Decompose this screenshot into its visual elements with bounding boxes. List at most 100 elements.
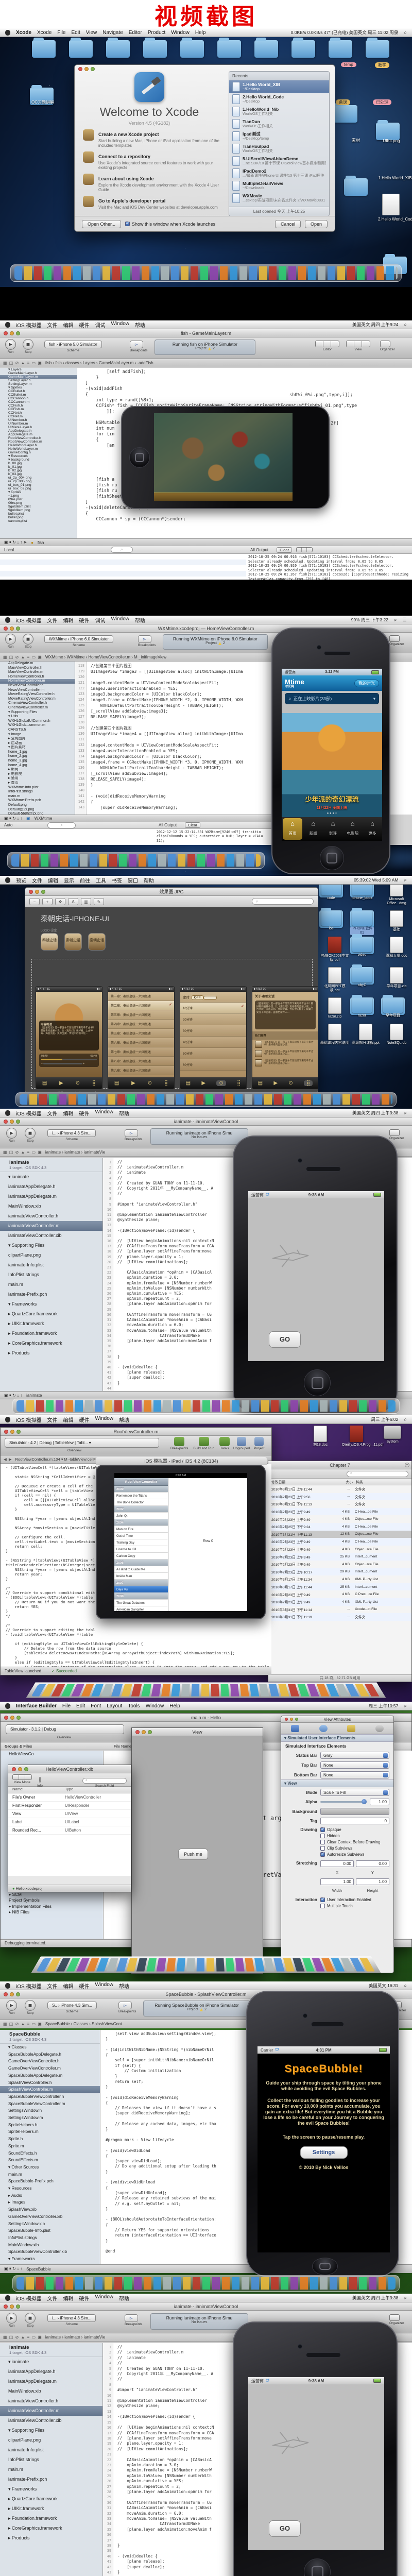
drawing-option[interactable]: Opaque (320, 1827, 389, 1833)
movie-row[interactable]: Remember the Titans (114, 1493, 168, 1499)
menu-item[interactable]: 帮助 (119, 1109, 129, 1117)
file-item[interactable]: b_01.jpg (0, 465, 77, 469)
menu-item[interactable]: 编辑 (63, 1416, 73, 1423)
finder-search[interactable]: ⌕ (347, 1471, 408, 1477)
menu-item[interactable]: iOS 模拟器 (16, 2294, 41, 2302)
chapter-row[interactable]: 第一章：秦始皇统一六国概述 (108, 992, 174, 1001)
duration-row[interactable]: 20分钟 (180, 1014, 246, 1025)
desktop-label-oc[interactable]: OC习题讲解 (20, 99, 66, 105)
menu-item[interactable]: 调试 (95, 616, 105, 624)
menu-item[interactable]: Window (95, 1109, 113, 1117)
file-item[interactable]: HomeViewController.m (0, 679, 75, 684)
console-search[interactable]: ⌕ (111, 547, 132, 553)
file-item[interactable]: clipartPlane.png (0, 1250, 102, 1260)
menu-item[interactable]: Window (146, 1703, 164, 1709)
file-item[interactable]: home_2.jpg (0, 754, 75, 759)
group-item[interactable]: ▸ SCM (1, 1892, 104, 1898)
chapter-row[interactable]: 第五章：秦始皇统一六国概述 (108, 1029, 174, 1038)
organizer-button[interactable] (389, 1129, 400, 1136)
menu-item[interactable]: iOS 模拟器 (16, 321, 41, 329)
simulator-screen[interactable]: 运营商ᗢ9:38 AM GO (248, 1191, 384, 1361)
stop-button[interactable]: ◼ (25, 2313, 36, 2324)
menu-item[interactable]: iOS 模拟器 (16, 1109, 41, 1117)
file-item[interactable]: InfoPlist.strings (0, 2455, 102, 2465)
recent-project-item[interactable]: TianHoulpadWork/OS工作相关 (229, 142, 329, 155)
stop-button[interactable]: ◼ (23, 339, 33, 350)
file-item[interactable]: SettingLayer.m (0, 382, 77, 386)
file-item[interactable]: SpaceBubbleViewController.m (0, 2100, 100, 2108)
xib-object-row[interactable]: ViewUIView (8, 1810, 131, 1818)
menu-item[interactable]: 编辑 (63, 321, 73, 329)
file-item[interactable]: ▾ 图片素材 (0, 745, 75, 750)
file-item[interactable]: ▾ Supporting Files (0, 1241, 102, 1250)
file-item[interactable]: GameMainLayer.h (0, 371, 77, 375)
finder-file-row[interactable]: 2010年3月17日 上午11:4425 KBInterf...cument (268, 1583, 411, 1591)
movie-row[interactable]: Inside Man (114, 1573, 168, 1580)
desktop-icon[interactable]: NoteSQL.db (381, 1024, 412, 1045)
desktop-icon[interactable]: razor (350, 997, 374, 1015)
navigator-icons[interactable]: ▦ ◫ ⊘ ▲ ≡ ▭ ▣ (3, 2022, 42, 2026)
debug-controls[interactable]: ▣ ⏸ ↻ ↓ ↑ (4, 816, 22, 821)
home-button[interactable] (320, 846, 344, 870)
file-item[interactable]: AppDelegate.m (0, 433, 77, 436)
nav-arrows[interactable]: ◀ ▶ (4, 1457, 12, 1462)
search-bar[interactable]: ⌕正在上映影片(33部)▾ (285, 693, 379, 704)
file-item[interactable]: b_03.jpg (0, 472, 77, 476)
apple-menu-icon[interactable] (5, 1417, 10, 1422)
finder-file-row[interactable]: 2010年2月25日 下午9:244 KBC Hea...ce File (268, 1523, 411, 1531)
simulator-screen[interactable]: 运营商3:22 PM Mtime时光网 我的时光 ⌕正在上映影片(33部)▾ 少… (282, 669, 382, 841)
file-item[interactable]: WXMtime-Info.plist (0, 786, 75, 790)
spotlight-icon[interactable]: ⌕ (404, 1983, 407, 1989)
file-item[interactable]: CCBullet.m (0, 393, 77, 397)
menu-item[interactable]: Window (111, 321, 129, 329)
tab-item[interactable]: ⌂影评 (323, 817, 342, 841)
view-canvas[interactable]: Push me (132, 1736, 263, 1973)
desktop-label-temp[interactable]: temp (341, 62, 356, 67)
menu-item[interactable]: 硬件 (79, 1416, 89, 1423)
inspector-tabs[interactable] (281, 1723, 393, 1734)
timer-toggle-row[interactable]: 定时 OFF (180, 992, 246, 1003)
finder-file-row[interactable]: 2010年3月17日 上午11:344 KBXML P...rty List (268, 1575, 411, 1583)
toolbar-button[interactable]: Project (254, 1437, 264, 1450)
toolbar-button[interactable]: Build and Run (193, 1437, 214, 1450)
group-item[interactable]: Project Symbols (1, 1897, 104, 1904)
menu-item[interactable]: 文件 (47, 616, 57, 624)
file-item[interactable]: ianimate-Prefix.pch (0, 1290, 102, 1299)
desktop-icon[interactable]: video (350, 937, 374, 954)
menu-item[interactable]: Edit (72, 30, 80, 36)
menu-item[interactable]: 硬件 (79, 321, 89, 329)
run-button[interactable]: ▶ (6, 2313, 17, 2324)
file-item[interactable]: HomeViewController.h (0, 675, 75, 680)
console-search[interactable]: ⌕ (47, 822, 75, 828)
welcome-action[interactable]: Connect to a repositoryUse Xcode's integ… (83, 151, 221, 170)
file-item[interactable]: ianimateAppDelegate.m (0, 1192, 102, 1201)
home-button[interactable] (129, 447, 150, 468)
spotlight-icon[interactable]: ⌕ (404, 1703, 407, 1709)
file-item[interactable]: ui_box_01.png (0, 483, 77, 487)
menu-item[interactable]: 编辑 (63, 1982, 73, 1990)
file-item[interactable]: home_1.jpg (0, 750, 75, 755)
home-button[interactable] (304, 1369, 331, 1396)
toolbar-button[interactable]: Tasks (219, 1437, 230, 1450)
file-item[interactable]: SettingLayer.h (0, 379, 77, 382)
apple-menu-icon[interactable] (5, 2295, 10, 2301)
stop-button[interactable]: ◼ (25, 1128, 36, 1139)
file-item[interactable]: ▾ Resources (0, 2185, 100, 2192)
file-item[interactable]: Sprite.h (0, 2136, 100, 2143)
menu-item[interactable]: 硬件 (79, 2294, 89, 2302)
tab-item[interactable]: ⌂电影院 (343, 817, 363, 841)
file-item[interactable]: ▸ 全局图片 (0, 737, 75, 741)
project-header[interactable]: ianimate1 target, iOS SDK 4.3 (0, 1158, 102, 1172)
mock-player[interactable]: 03:49-03:49 − + (39, 1054, 99, 1067)
toolbar-button[interactable]: Ungrouped (233, 1437, 250, 1450)
file-item[interactable]: CCNet.h (0, 411, 77, 415)
file-item[interactable]: ▾ Resources (0, 454, 77, 458)
menu-item[interactable]: 硬件 (79, 1982, 89, 1990)
home-button[interactable] (304, 2558, 331, 2576)
movie-row[interactable]: A Hand to Guide Me (114, 1566, 168, 1573)
menu-item[interactable]: 文件 (32, 876, 42, 884)
menu-item[interactable]: iOS 模拟器 (16, 1416, 41, 1423)
file-item[interactable]: ▸ Foundation.framework (0, 1329, 102, 1338)
dock[interactable] (15, 1092, 397, 1107)
movie-poster[interactable]: 少年派的奇幻漂流 11月22日 全国上映 ● ● ● ○ (282, 713, 382, 817)
